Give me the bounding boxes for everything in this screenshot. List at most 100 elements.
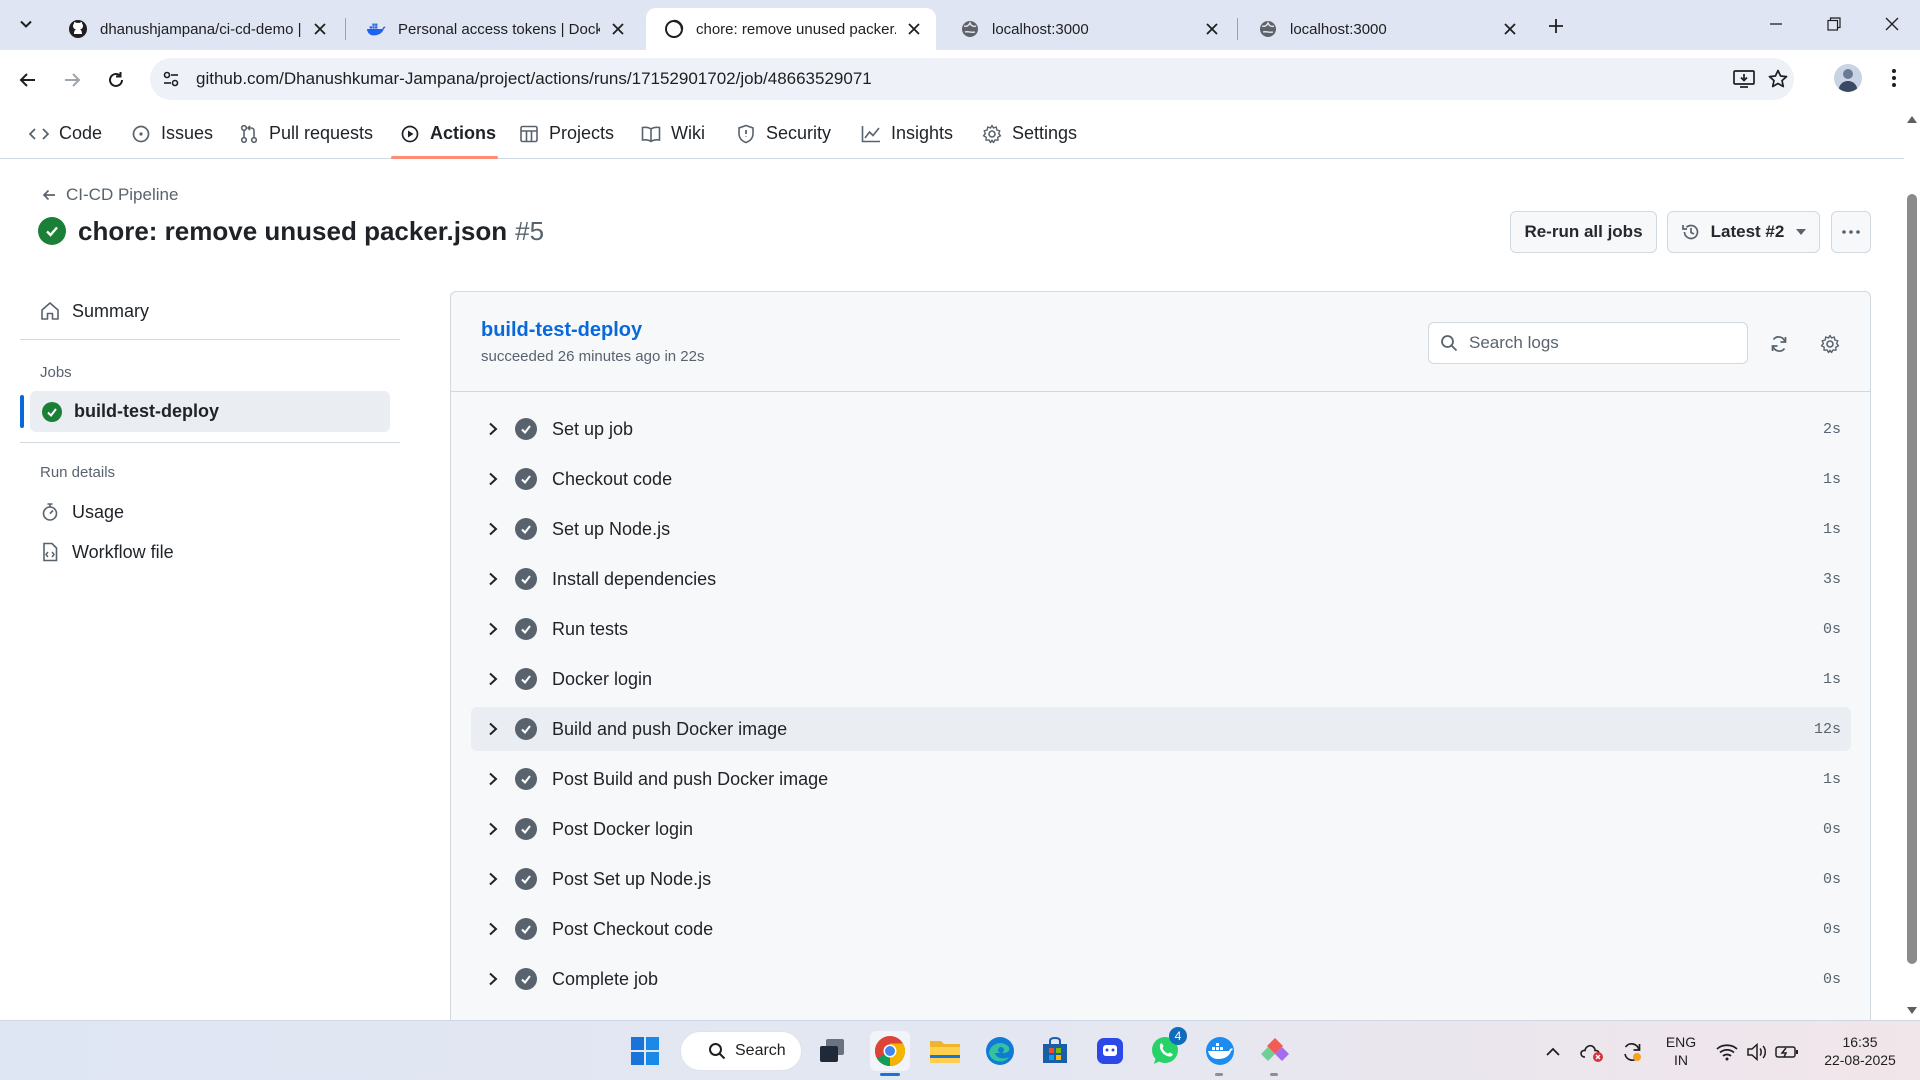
job-step-row[interactable]: Complete job 0s xyxy=(471,957,1851,1001)
repo-nav-projects[interactable]: Projects xyxy=(519,108,614,159)
tab-title: localhost:3000 xyxy=(1290,20,1387,38)
chevron-right-icon[interactable] xyxy=(481,867,505,891)
job-step-row[interactable]: Set up job 2s xyxy=(471,407,1851,451)
taskbar-search[interactable]: Search xyxy=(680,1031,802,1071)
log-settings-button[interactable] xyxy=(1816,330,1844,358)
chevron-right-icon[interactable] xyxy=(481,417,505,441)
browser-tab-active[interactable]: chore: remove unused packer.js xyxy=(646,8,936,50)
show-hidden-icons-button[interactable] xyxy=(1541,1040,1565,1064)
language-indicator[interactable]: ENG IN xyxy=(1664,1033,1698,1069)
close-icon[interactable] xyxy=(310,19,330,39)
browser-tab[interactable]: localhost:3000 xyxy=(942,8,1234,50)
job-step-row[interactable]: Build and push Docker image 12s xyxy=(471,707,1851,751)
onedrive-tray-icon[interactable] xyxy=(1580,1040,1604,1064)
job-step-row[interactable]: Post Docker login 0s xyxy=(471,807,1851,851)
back-to-workflow-link[interactable]: CI-CD Pipeline xyxy=(40,185,178,205)
chevron-right-icon[interactable] xyxy=(481,717,505,741)
step-label: Docker login xyxy=(552,668,653,689)
close-icon[interactable] xyxy=(608,19,628,39)
taskbar-edge[interactable] xyxy=(980,1031,1020,1071)
clock[interactable]: 16:35 22-08-2025 xyxy=(1815,1033,1905,1069)
chevron-right-icon[interactable] xyxy=(481,567,505,591)
repo-nav-security[interactable]: Security xyxy=(736,108,831,159)
repo-nav-actions[interactable]: Actions xyxy=(400,108,496,159)
taskbar-chrome[interactable] xyxy=(870,1031,910,1071)
job-status-text: succeeded 26 minutes ago in 22s xyxy=(481,348,705,365)
chevron-right-icon[interactable] xyxy=(481,517,505,541)
browser-tab[interactable]: dhanushjampana/ci-cd-demo | xyxy=(50,8,342,50)
wifi-tray-icon[interactable] xyxy=(1715,1040,1739,1064)
new-tab-button[interactable] xyxy=(1542,12,1570,40)
job-step-row[interactable]: Post Checkout code 0s xyxy=(471,907,1851,951)
start-button[interactable] xyxy=(625,1031,665,1071)
bookmark-star-icon[interactable] xyxy=(1766,67,1790,91)
taskbar-file-explorer[interactable] xyxy=(925,1031,965,1071)
chevron-right-icon[interactable] xyxy=(481,767,505,791)
taskbar-git-app[interactable] xyxy=(1255,1031,1295,1071)
refresh-logs-button[interactable] xyxy=(1765,330,1793,358)
rerun-all-jobs-button[interactable]: Re-run all jobs xyxy=(1510,211,1657,253)
browser-tab[interactable]: localhost:3000 xyxy=(1240,8,1532,50)
chevron-right-icon[interactable] xyxy=(481,467,505,491)
profile-avatar[interactable] xyxy=(1834,64,1862,92)
reload-icon xyxy=(109,72,123,87)
repo-nav-wiki[interactable]: Wiki xyxy=(641,108,705,159)
address-bar[interactable]: github.com/Dhanushkumar-Jampana/project/… xyxy=(150,58,1794,100)
job-name-link[interactable]: build-test-deploy xyxy=(481,319,642,342)
scrollbar-thumb[interactable] xyxy=(1907,194,1917,964)
browser-menu-button[interactable] xyxy=(1882,64,1906,92)
install-app-icon[interactable] xyxy=(1732,67,1756,91)
chevron-right-icon[interactable] xyxy=(481,667,505,691)
job-step-row[interactable]: Run tests 0s xyxy=(471,607,1851,651)
repo-nav-pull-requests[interactable]: Pull requests xyxy=(239,108,373,159)
back-button[interactable] xyxy=(12,64,44,96)
taskbar-store[interactable] xyxy=(1035,1031,1075,1071)
chevron-right-icon[interactable] xyxy=(481,917,505,941)
minimize-button[interactable] xyxy=(1754,10,1798,38)
taskbar-copilot[interactable] xyxy=(1090,1031,1130,1071)
site-info-icon[interactable] xyxy=(160,68,182,90)
close-icon[interactable] xyxy=(1500,19,1520,39)
page-scrollbar[interactable] xyxy=(1904,108,1920,1020)
step-success-icon xyxy=(515,718,537,740)
volume-tray-icon[interactable] xyxy=(1745,1040,1769,1064)
job-step-row[interactable]: Set up Node.js 1s xyxy=(471,507,1851,551)
job-step-row[interactable]: Post Build and push Docker image 1s xyxy=(471,757,1851,801)
restore-button[interactable] xyxy=(1812,10,1856,38)
sidebar-job-build-test-deploy[interactable]: build-test-deploy xyxy=(30,391,390,432)
latest-attempt-dropdown[interactable]: Latest #2 xyxy=(1667,211,1820,253)
taskbar-docker[interactable] xyxy=(1200,1031,1240,1071)
search-logs-field[interactable] xyxy=(1428,322,1748,364)
run-number: #5 xyxy=(515,215,545,246)
task-view-button[interactable] xyxy=(812,1031,852,1071)
forward-button[interactable] xyxy=(56,64,88,96)
close-icon[interactable] xyxy=(904,19,924,39)
workflow-file-link[interactable]: Workflow file xyxy=(40,532,174,572)
tab-search-button[interactable] xyxy=(12,10,40,38)
repo-nav-settings[interactable]: Settings xyxy=(982,108,1077,159)
repo-nav-issues[interactable]: Issues xyxy=(131,108,213,159)
repo-nav-code[interactable]: Code xyxy=(29,108,102,159)
more-options-button[interactable] xyxy=(1831,211,1871,253)
workflow-file-label: Workflow file xyxy=(72,541,174,562)
summary-link[interactable]: Summary xyxy=(40,291,149,331)
battery-tray-icon[interactable] xyxy=(1775,1040,1799,1064)
job-step-row[interactable]: Post Set up Node.js 0s xyxy=(471,857,1851,901)
job-step-row[interactable]: Docker login 1s xyxy=(471,657,1851,701)
taskbar-whatsapp[interactable]: 4 xyxy=(1145,1027,1187,1071)
browser-tab[interactable]: Personal access tokens | Docker xyxy=(348,8,640,50)
job-step-row[interactable]: Checkout code 1s xyxy=(471,457,1851,501)
chevron-right-icon[interactable] xyxy=(481,617,505,641)
reload-button[interactable] xyxy=(100,64,132,96)
close-window-button[interactable] xyxy=(1870,10,1914,38)
chevron-right-icon[interactable] xyxy=(481,967,505,991)
sync-tray-icon[interactable] xyxy=(1620,1040,1644,1064)
repo-nav-insights[interactable]: Insights xyxy=(861,108,953,159)
search-logs-input[interactable] xyxy=(1469,333,1729,353)
usage-link[interactable]: Usage xyxy=(40,492,124,532)
close-icon[interactable] xyxy=(1202,19,1222,39)
chevron-right-icon[interactable] xyxy=(481,817,505,841)
scroll-up-icon[interactable] xyxy=(1907,114,1917,124)
scroll-down-icon[interactable] xyxy=(1907,1006,1917,1016)
job-step-row[interactable]: Install dependencies 3s xyxy=(471,557,1851,601)
